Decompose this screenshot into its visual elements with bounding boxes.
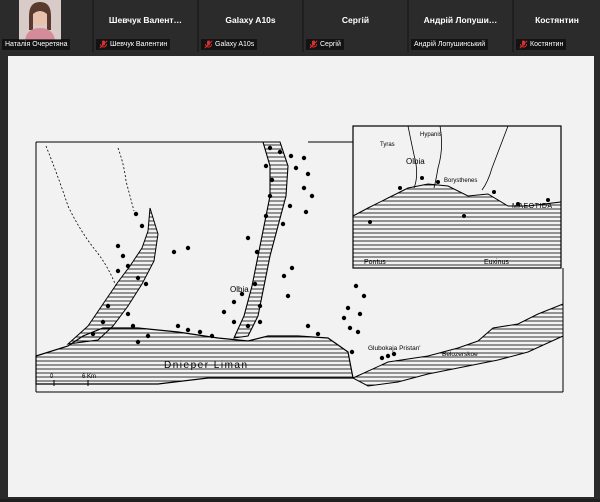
participant-name-label: Шевчук Валентин [96, 39, 171, 50]
participant-tile[interactable]: Андрій Лопуши… Андрій Лопушинський [409, 0, 512, 52]
participant-display-name: Сергій [341, 15, 370, 25]
pontus-label: Pontus [364, 259, 386, 266]
glubokaja-label: Glubokaja Pristan' [368, 345, 421, 352]
participant-display-name: Galaxy A10s [225, 15, 276, 25]
tyras-label: Tyras [380, 142, 395, 148]
participant-video [19, 0, 61, 40]
participant-name-label: Андрій Лопушинський [411, 39, 489, 50]
participant-name-label: Костянтин [516, 39, 567, 50]
hypanis-label: Hypanis [420, 132, 442, 138]
participant-display-name: Костянтин [535, 15, 579, 25]
mic-off-icon [309, 40, 318, 49]
participant-name-label: Сергій [306, 39, 344, 50]
berezan-liman-water [66, 207, 159, 345]
olbia-label: Olbia [230, 285, 249, 294]
participant-display-name: Андрій Лопуши… [423, 15, 498, 25]
euxinus-label: Euxinus [484, 259, 509, 266]
screen-share-area: Olbia Dnieper Liman Glubokaja Pristan' B… [0, 52, 600, 499]
participant-tile[interactable]: Шевчук Валент… Шевчук Валентин [94, 0, 197, 52]
participant-tile[interactable]: Наталія Очеретяна [0, 0, 92, 52]
participant-name-label: Наталія Очеретяна [2, 39, 71, 50]
participant-tile[interactable]: Костянтин Костянтин [514, 0, 600, 52]
participant-strip: Наталія Очеретяна Шевчук Валент… Шевчук … [0, 0, 600, 52]
bug-liman-water [233, 141, 289, 339]
svg-text:6 Km: 6 Km [82, 374, 96, 380]
mic-off-icon [519, 40, 528, 49]
participant-tile[interactable]: Galaxy A10s Galaxy A10s [199, 0, 302, 52]
inset-map: Olbia Tyras Hypanis Borysthenes MAEOTIDA… [352, 125, 562, 269]
mic-off-icon [204, 40, 213, 49]
mic-off-icon [99, 40, 108, 49]
inset-olbia-label: Olbia [406, 157, 425, 166]
participant-name-label: Galaxy A10s [201, 39, 258, 50]
shared-slide: Olbia Dnieper Liman Glubokaja Pristan' B… [8, 56, 594, 497]
belozerskoe-label: Belozerskoe [442, 351, 478, 358]
participant-tile[interactable]: Сергій Сергій [304, 0, 407, 52]
historical-map: Olbia Dnieper Liman Glubokaja Pristan' B… [35, 125, 564, 393]
maeotida-label: MAEOTIDA [512, 203, 553, 210]
dnieper-liman-label: Dnieper Liman [164, 360, 249, 371]
participant-display-name: Шевчук Валент… [108, 15, 183, 25]
borysthenes-label: Borysthenes [444, 178, 477, 184]
